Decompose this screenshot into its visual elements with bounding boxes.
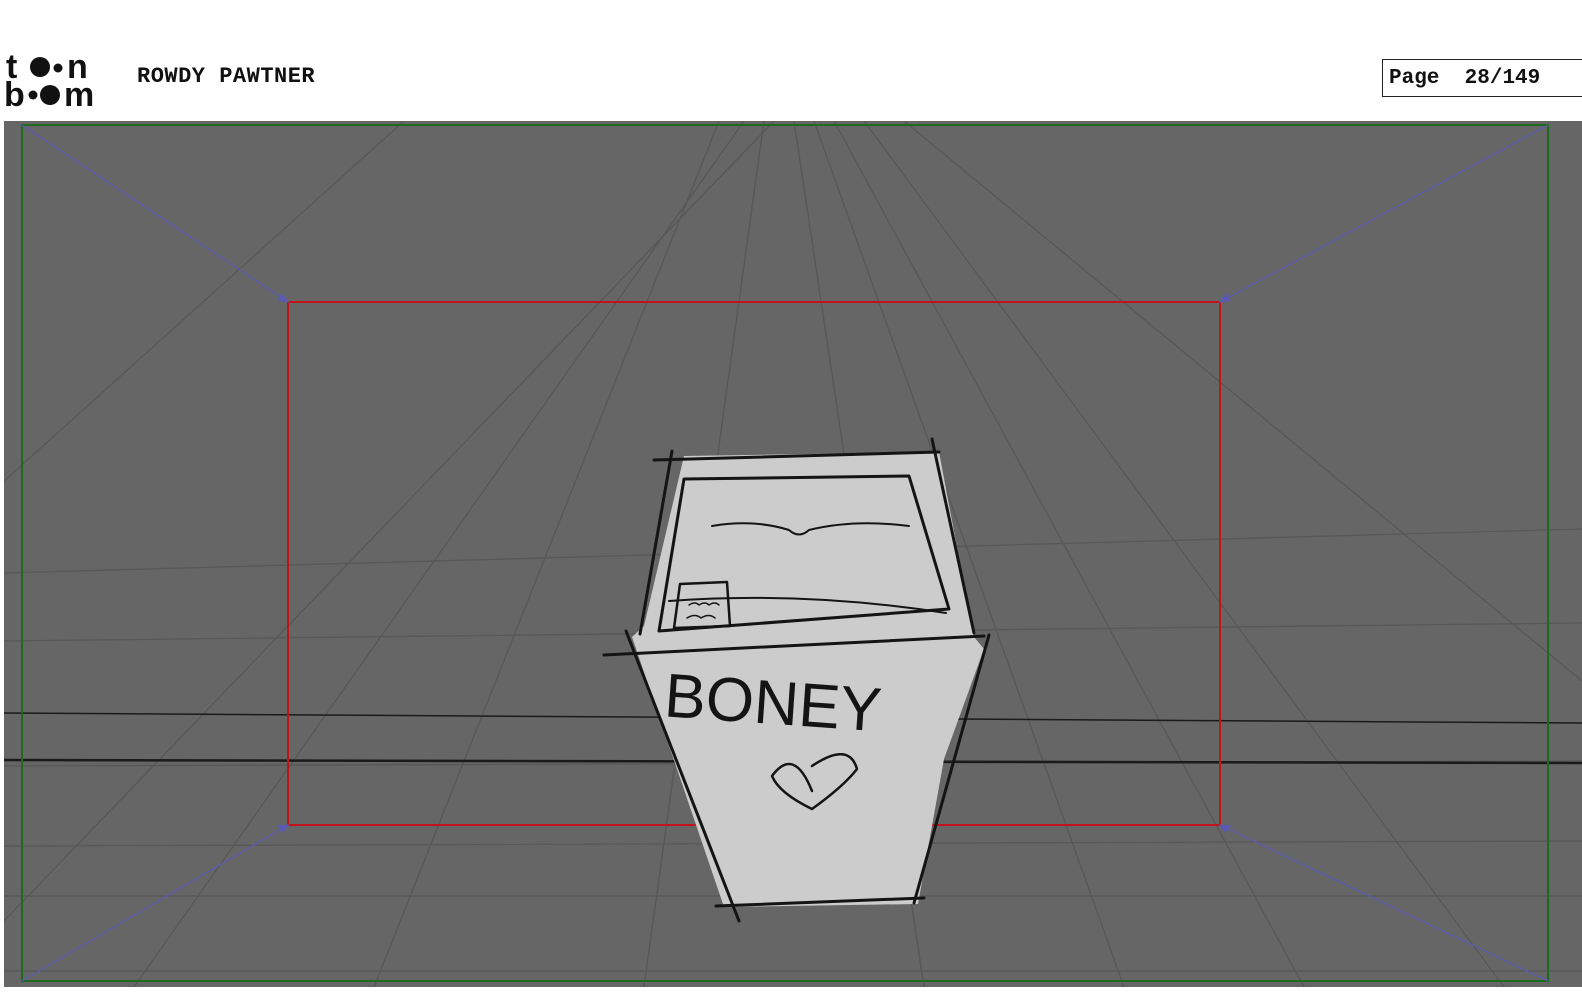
toonboom-logo: t n b m [4, 50, 94, 110]
page-indicator: Page 28/149 [1382, 59, 1582, 97]
project-title: ROWDY PAWTNER [137, 64, 316, 89]
page-number: 28/149 [1464, 67, 1541, 90]
svg-text:m: m [64, 76, 94, 110]
svg-text:b: b [4, 76, 25, 110]
page-label: Page [1389, 67, 1440, 90]
storyboard-panel: BONEY [4, 121, 1582, 987]
panel-drawing: BONEY [4, 121, 1582, 987]
